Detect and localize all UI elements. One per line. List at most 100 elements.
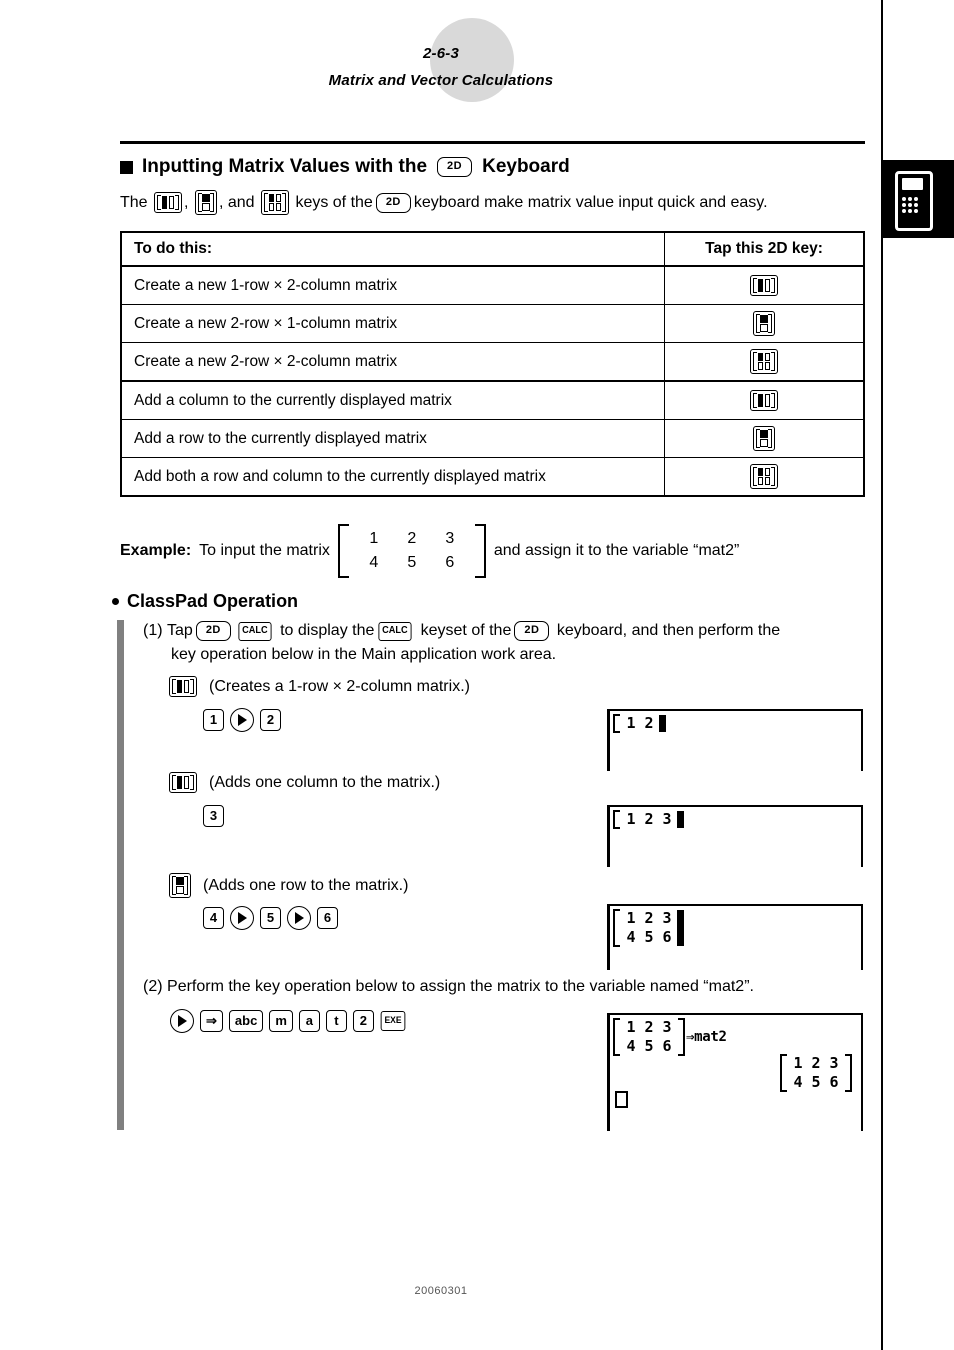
lcd-cell: 6 bbox=[662, 928, 672, 946]
lcd-cell: 4 bbox=[626, 1037, 636, 1055]
intro-text-3: , and bbox=[218, 193, 255, 211]
section-vertical-bar bbox=[117, 620, 124, 1130]
lcd-matrix-row: 1 2 bbox=[622, 714, 658, 733]
key-2d-icon-2: 2D bbox=[375, 192, 411, 213]
lcd-cell: 1 bbox=[626, 909, 636, 927]
table-row: Add both a row and column to the current… bbox=[120, 457, 865, 497]
lcd-cell: 1 bbox=[626, 1018, 636, 1036]
lcd-cell: 1 bbox=[626, 714, 636, 732]
step-1-line-2: key operation below in the Main applicat… bbox=[171, 646, 557, 663]
lcd-cell: 4 bbox=[626, 928, 636, 946]
table-cell-key bbox=[664, 380, 865, 420]
lcd-cursor bbox=[659, 715, 666, 732]
matrix-cell: 6 bbox=[445, 554, 455, 571]
matrix-1x2-key-icon bbox=[169, 676, 197, 697]
lcd-cell: 5 bbox=[644, 1037, 654, 1055]
page-header: 2-6-3 Matrix and Vector Calculations bbox=[0, 40, 882, 94]
step-2-text: Perform the key operation below to assig… bbox=[167, 978, 754, 995]
matrix-2x2-key-icon bbox=[260, 190, 289, 215]
table-cell-key bbox=[664, 304, 865, 343]
action-1-keys: 1 2 bbox=[200, 708, 284, 732]
lcd-matrix: 1 2 3 bbox=[613, 810, 678, 829]
hollow-cursor-icon bbox=[615, 1091, 628, 1108]
right-arrow-key-icon bbox=[230, 906, 254, 930]
step-1: (1) Tap 2D CALC to display the CALC keys… bbox=[143, 620, 863, 666]
lcd-cell: 5 bbox=[644, 928, 654, 946]
example-label: Example: bbox=[120, 542, 192, 559]
example-matrix: 1 2 3 4 5 6 bbox=[337, 524, 486, 578]
lcd-cell: 3 bbox=[829, 1054, 839, 1072]
matrix-cell: 5 bbox=[407, 554, 417, 571]
matrix-1x2-key-icon bbox=[750, 275, 778, 296]
action-2-keys: 3 bbox=[200, 805, 227, 827]
table-cell-key bbox=[664, 342, 865, 382]
table-row: Create a new 1-row × 2-column matrix bbox=[120, 265, 865, 305]
key-calc-icon: CALC bbox=[238, 621, 272, 641]
lcd-cursor bbox=[677, 910, 684, 946]
lcd-cell: 2 bbox=[644, 909, 654, 927]
table-row: Create a new 2-row × 2-column matrix bbox=[120, 342, 865, 382]
lcd-matrix-row: 1 2 3 bbox=[622, 1018, 676, 1037]
lcd-matrix-row: 1 2 3 bbox=[789, 1054, 843, 1073]
key-2d-icon-3: 2D bbox=[514, 621, 550, 641]
step-1-text-2: to display the bbox=[280, 622, 375, 639]
calculator-icon bbox=[895, 171, 933, 231]
matrix-2x2-key-icon bbox=[750, 349, 778, 374]
intro-text-4: keys of the bbox=[295, 193, 373, 211]
lcd-left-edge bbox=[607, 1015, 610, 1131]
matrix-1x2-key-icon bbox=[169, 772, 197, 793]
lcd-cell: 6 bbox=[829, 1073, 839, 1091]
keys-table: To do this: Tap this 2D key: Create a ne… bbox=[120, 231, 865, 497]
intro-text-1: The bbox=[120, 193, 148, 211]
step-1-text-3: keyset of the bbox=[420, 622, 512, 639]
right-arrow-key-icon bbox=[170, 1009, 194, 1033]
lcd-cell: 1 bbox=[626, 810, 636, 828]
lcd-cell: 2 bbox=[811, 1054, 821, 1072]
footer-code: 20060301 bbox=[414, 1285, 468, 1297]
page-title: Matrix and Vector Calculations bbox=[328, 72, 554, 89]
matrix-1x2-key-icon bbox=[154, 192, 183, 213]
lcd-expression: 1 2 3 4 5 6 ⇒mat2 bbox=[613, 1018, 858, 1056]
assign-arrow-key-icon: ⇒ bbox=[200, 1010, 223, 1032]
lcd-expression: 1 2 3 bbox=[613, 810, 858, 829]
key-4-icon: 4 bbox=[203, 907, 224, 929]
lcd-cell: 3 bbox=[662, 810, 672, 828]
lcd-cell: 2 bbox=[644, 810, 654, 828]
matrix-cell: 4 bbox=[369, 554, 379, 571]
lcd-cell: 2 bbox=[644, 714, 654, 732]
lcd-matrix-row: 1 2 3 bbox=[622, 909, 676, 928]
matrix-bracket-right bbox=[474, 524, 486, 578]
table-cell-key bbox=[664, 457, 865, 497]
lcd-cell: 1 bbox=[793, 1054, 803, 1072]
lcd-cell: 6 bbox=[662, 1037, 672, 1055]
table-header-key: Tap this 2D key: bbox=[664, 231, 865, 267]
right-arrow-key-icon bbox=[230, 708, 254, 732]
page-number: 2-6-3 bbox=[422, 45, 460, 62]
lcd-matrix-row: 4 5 6 bbox=[789, 1073, 843, 1092]
square-bullet-icon bbox=[120, 160, 133, 174]
action-1-caption: (Creates a 1-row × 2-column matrix.) bbox=[209, 677, 470, 695]
table-cell-desc: Add a column to the currently displayed … bbox=[120, 380, 665, 420]
matrix-2x1-key-icon bbox=[753, 311, 775, 336]
header-rule bbox=[120, 141, 865, 144]
key-2d-icon: 2D bbox=[437, 157, 473, 177]
lcd-matrix-row: 1 2 3 bbox=[622, 810, 676, 829]
classpad-operation-heading: ClassPad Operation bbox=[112, 591, 298, 612]
table-cell-key bbox=[664, 419, 865, 458]
key-a-icon: a bbox=[298, 1010, 320, 1032]
key-t-icon: t bbox=[325, 1010, 347, 1032]
side-tab bbox=[883, 160, 954, 238]
lcd-matrix: 1 2 3 4 5 6 bbox=[613, 1018, 685, 1056]
matrix-2x1-key-icon bbox=[194, 190, 217, 215]
key-5-icon: 5 bbox=[260, 907, 281, 929]
lcd-assigned: 1 2 3 4 5 6 ⇒mat2 1 2 3 4 5 6 bbox=[607, 1013, 863, 1131]
lcd-left-edge bbox=[607, 906, 610, 970]
action-1-header: (Creates a 1-row × 2-column matrix.) bbox=[167, 676, 470, 697]
matrix-row: 4 5 6 bbox=[355, 551, 469, 575]
lcd-result: 1 2 3 4 5 6 bbox=[780, 1054, 852, 1096]
lcd-matrix: 1 2 bbox=[613, 714, 660, 733]
table-cell-desc: Add a row to the currently displayed mat… bbox=[120, 419, 665, 458]
key-calc-icon-2: CALC bbox=[378, 621, 412, 641]
lcd-1row-2col: 1 2 bbox=[607, 709, 863, 771]
lcd-cell: 3 bbox=[662, 1018, 672, 1036]
